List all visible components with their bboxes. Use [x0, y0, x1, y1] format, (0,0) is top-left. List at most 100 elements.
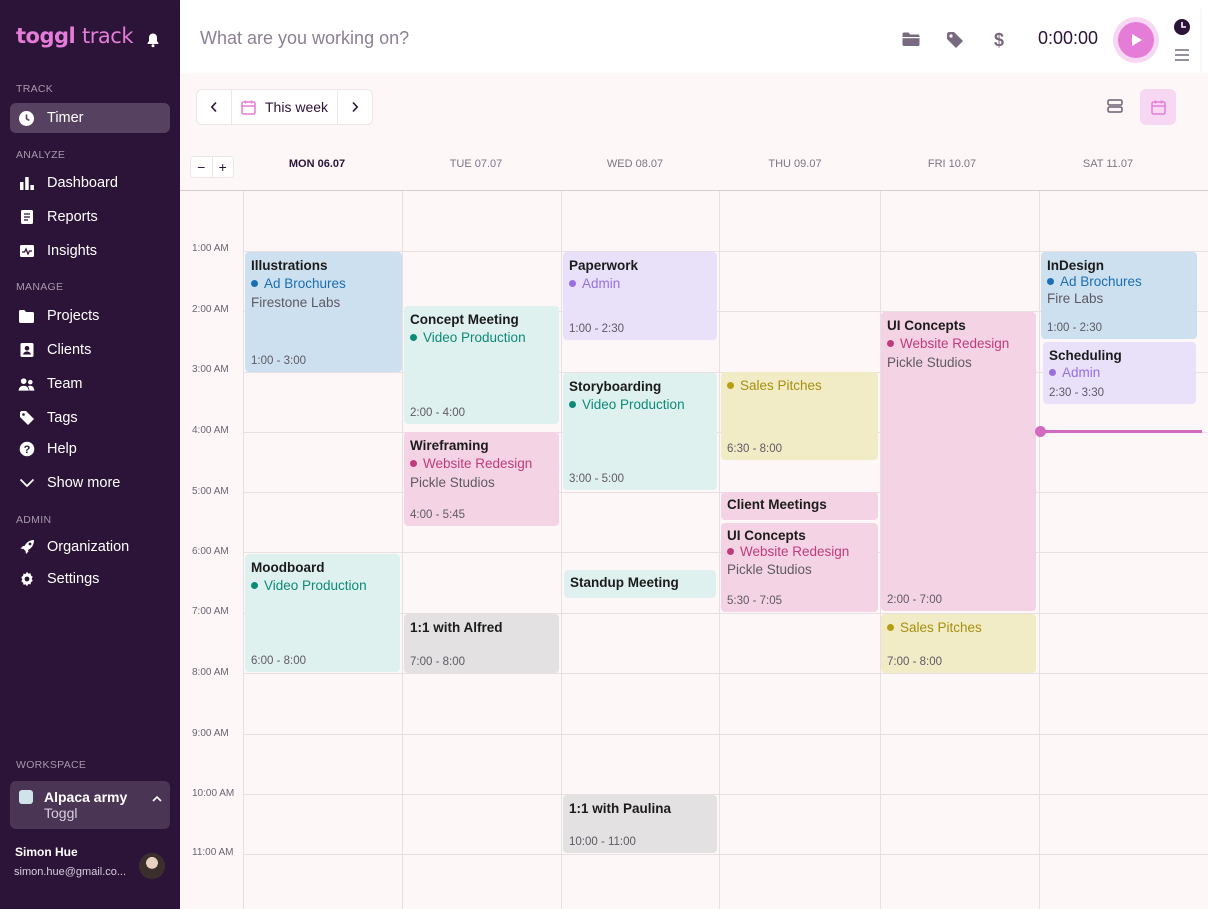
calendar-view-button[interactable] — [1140, 89, 1176, 125]
date-range-label: This week — [265, 99, 329, 115]
day-header[interactable]: MON 06.07 — [238, 158, 396, 170]
folder-icon — [18, 308, 35, 325]
folder-icon[interactable] — [901, 30, 921, 50]
sidebar-item-label: Projects — [47, 308, 100, 324]
time-entry[interactable]: Standup Meeting — [564, 570, 716, 598]
sidebar-item-team[interactable]: Team — [10, 369, 170, 399]
time-entry[interactable]: UI Concepts Website Redesign Pickle Stud… — [721, 523, 878, 612]
sidebar-item-label: Clients — [47, 342, 92, 358]
sidebar-item-projects[interactable]: Projects — [10, 301, 170, 331]
entry-time: 7:00 - 8:00 — [410, 656, 465, 668]
entry-project: Website Redesign — [410, 456, 553, 471]
manual-mode-icon[interactable] — [1173, 46, 1191, 64]
bar-chart-icon — [18, 175, 35, 192]
hour-gridline — [243, 734, 1208, 735]
day-column-divider — [719, 191, 720, 909]
sidebar-item-tags[interactable]: Tags — [10, 403, 170, 433]
zoom-in-button[interactable]: + — [213, 157, 234, 177]
entry-title: UI Concepts — [887, 318, 966, 333]
hour-label: 11:00 AM — [192, 847, 234, 858]
entry-project: Website Redesign — [887, 336, 1030, 351]
time-entry[interactable]: Illustrations Ad Brochures Firestone Lab… — [245, 252, 402, 372]
day-header[interactable]: WED 08.07 — [556, 158, 714, 170]
entry-time: 3:00 - 5:00 — [569, 473, 624, 485]
entry-title: 1:1 with Alfred — [410, 620, 503, 635]
sidebar-item-show-more[interactable]: Show more — [10, 468, 170, 498]
workspace-org: Toggl — [44, 805, 78, 821]
time-entry[interactable]: Client Meetings — [721, 492, 878, 520]
chevron-left-icon — [210, 101, 217, 113]
pulse-icon — [18, 243, 35, 260]
time-entry[interactable]: Sales Pitches 7:00 - 8:00 — [881, 614, 1036, 673]
hour-label: 9:00 AM — [192, 728, 229, 739]
time-entry[interactable]: 1:1 with Alfred 7:00 - 8:00 — [404, 614, 559, 673]
time-entry[interactable]: Wireframing Website Redesign Pickle Stud… — [404, 432, 559, 526]
previous-week-button[interactable] — [197, 90, 231, 124]
sidebar-item-reports[interactable]: Reports — [10, 202, 170, 232]
day-column-divider — [243, 191, 244, 909]
sidebar-item-clients[interactable]: Clients — [10, 335, 170, 365]
time-entry[interactable]: Paperwork Admin 1:00 - 2:30 — [563, 252, 717, 340]
time-entry[interactable]: Scheduling Admin 2:30 - 3:30 — [1043, 342, 1196, 404]
bell-icon[interactable] — [145, 32, 161, 48]
hour-label: 3:00 AM — [192, 364, 229, 375]
list-view-icon[interactable] — [1106, 97, 1124, 115]
date-range-picker[interactable]: This week — [231, 90, 338, 124]
avatar[interactable] — [139, 853, 165, 879]
sidebar-item-organization[interactable]: Organization — [10, 532, 170, 562]
workspace-switcher[interactable]: Alpaca army Toggl — [10, 781, 170, 829]
tag-icon[interactable] — [945, 30, 965, 50]
entry-client: Firestone Labs — [251, 295, 341, 310]
day-header[interactable]: TUE 07.07 — [397, 158, 555, 170]
zoom-out-button[interactable]: − — [191, 157, 213, 177]
start-timer-button[interactable] — [1113, 17, 1159, 63]
current-time-line — [1040, 430, 1202, 433]
sidebar-item-settings[interactable]: Settings — [10, 564, 170, 594]
entry-time: 1:00 - 3:00 — [251, 355, 306, 367]
entry-client: Pickle Studios — [727, 562, 812, 577]
entry-client: Pickle Studios — [887, 355, 972, 370]
day-column-divider — [561, 191, 562, 909]
sidebar-item-insights[interactable]: Insights — [10, 236, 170, 266]
help-icon: ? — [18, 441, 35, 458]
entry-time: 6:30 - 8:00 — [727, 443, 782, 455]
hour-label: 5:00 AM — [192, 486, 229, 497]
entry-project: Sales Pitches — [887, 620, 1030, 635]
rocket-icon — [18, 539, 35, 556]
day-header[interactable]: FRI 10.07 — [873, 158, 1031, 170]
day-header[interactable]: SAT 11.07 — [1029, 158, 1187, 170]
time-entry[interactable]: Concept Meeting Video Production 2:00 - … — [404, 306, 559, 424]
sidebar-item-label: Dashboard — [47, 175, 118, 191]
time-entry[interactable]: 1:1 with Paulina 10:00 - 11:00 — [563, 795, 717, 853]
sidebar-item-dashboard[interactable]: Dashboard — [10, 168, 170, 198]
sidebar-item-help[interactable]: ? Help — [10, 434, 170, 464]
toggl-logo[interactable]: toggl track — [16, 24, 133, 48]
time-entry[interactable]: Sales Pitches 6:30 - 8:00 — [721, 372, 878, 460]
sidebar-item-timer[interactable]: Timer — [10, 103, 170, 133]
zoom-control: − + — [190, 156, 234, 178]
sidebar-item-label: Tags — [47, 410, 78, 426]
chevron-down-icon — [18, 475, 35, 492]
next-week-button[interactable] — [338, 90, 372, 124]
time-entry[interactable]: Storyboarding Video Production 3:00 - 5:… — [563, 373, 717, 490]
document-icon — [18, 209, 35, 226]
time-entry[interactable]: Moodboard Video Production 6:00 - 8:00 — [245, 554, 400, 672]
entry-title: Concept Meeting — [410, 312, 519, 327]
entry-title: Standup Meeting — [570, 575, 679, 590]
svg-text:$: $ — [994, 30, 1004, 50]
sidebar-item-label: Insights — [47, 243, 97, 259]
timer-mode-icon[interactable] — [1173, 18, 1191, 36]
time-entry[interactable]: UI Concepts Website Redesign Pickle Stud… — [881, 312, 1036, 611]
time-entry[interactable]: InDesign Ad Brochures Fire Labs 1:00 - 2… — [1041, 252, 1197, 339]
play-icon — [1132, 34, 1142, 46]
day-header[interactable]: THU 09.07 — [716, 158, 874, 170]
dollar-icon[interactable]: $ — [989, 30, 1009, 50]
sidebar-item-label: Help — [47, 441, 77, 457]
entry-time: 2:30 - 3:30 — [1049, 387, 1104, 399]
calendar-icon — [1150, 100, 1166, 115]
section-admin-label: ADMIN — [16, 514, 52, 526]
task-description-input[interactable] — [200, 28, 800, 49]
entry-title: Paperwork — [569, 258, 639, 273]
entry-project: Ad Brochures — [251, 276, 396, 291]
hour-label: 4:00 AM — [192, 425, 229, 436]
